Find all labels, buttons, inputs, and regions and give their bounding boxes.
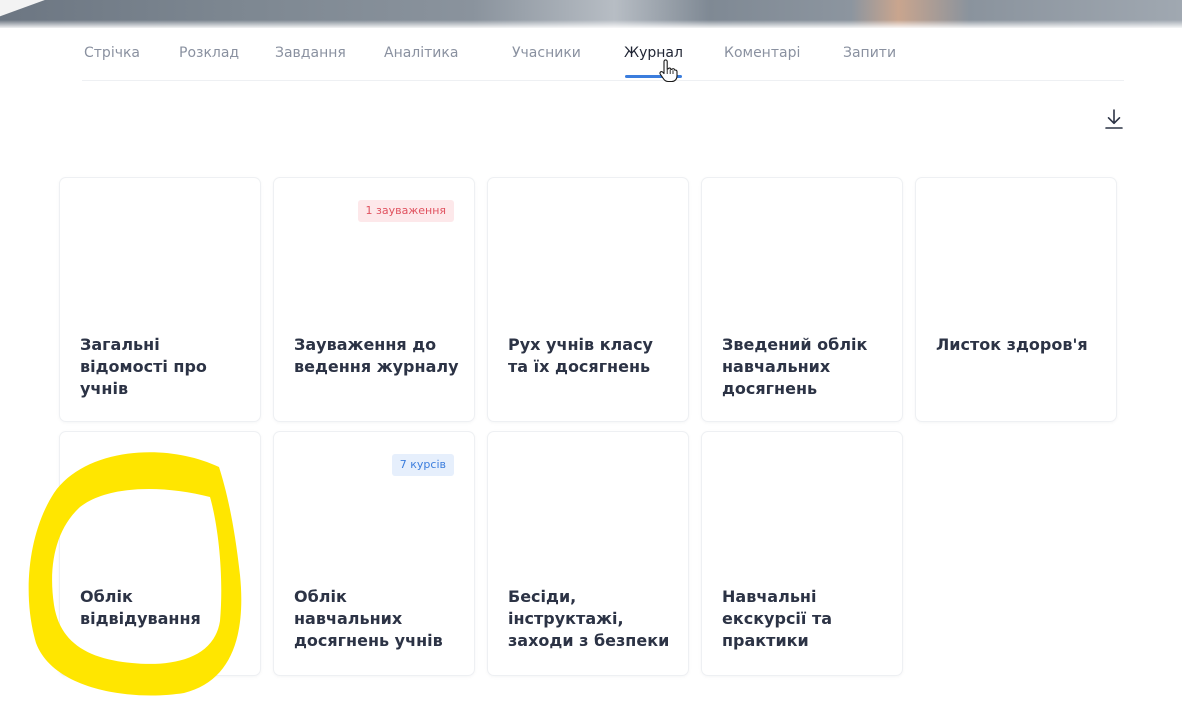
card-excursions[interactable]: Навчальні екскурсії та практики (702, 432, 902, 675)
card-health-sheet[interactable]: Листок здоров'я (916, 178, 1116, 421)
card-title: Навчальні екскурсії та практики (722, 587, 833, 650)
card-title: Бесіди, інструктажі, заходи з безпеки (508, 587, 670, 650)
header-banner (0, 0, 1182, 28)
card-title: Зведений облік навчальних досягнень (722, 335, 868, 398)
card-safety-briefings[interactable]: Бесіди, інструктажі, заходи з безпеки (488, 432, 688, 675)
card-title: Рух учнів класу та їх досягнень (508, 335, 653, 376)
download-icon[interactable] (1103, 107, 1125, 131)
remarks-badge: 1 зауваження (357, 200, 454, 222)
card-attendance[interactable]: Облік відвідування (60, 432, 260, 675)
tab-requests[interactable]: Запити (843, 45, 896, 61)
card-title: Загальні відомості про учнів (80, 335, 207, 398)
hand-cursor-icon (659, 59, 678, 83)
banner-shade (0, 20, 1182, 28)
card-summary-achievements[interactable]: Зведений облік навчальних досягнень (702, 178, 902, 421)
card-title: Листок здоров'я (936, 335, 1088, 354)
card-general-info[interactable]: Загальні відомості про учнів (60, 178, 260, 421)
card-title: Облік відвідування (80, 587, 201, 628)
card-journal-remarks[interactable]: 1 зауваження Зауваження до ведення журна… (274, 178, 474, 421)
tab-comments[interactable]: Коментарі (724, 45, 800, 61)
tab-feed[interactable]: Стрічка (84, 45, 140, 61)
card-student-movement[interactable]: Рух учнів класу та їх досягнень (488, 178, 688, 421)
tab-assignments[interactable]: Завдання (275, 45, 346, 61)
tab-schedule[interactable]: Розклад (179, 45, 239, 61)
tab-bar: Стрічка Розклад Завдання Аналітика Учасн… (82, 28, 1124, 81)
tab-participants[interactable]: Учасники (512, 45, 581, 61)
card-title: Зауваження до ведення журналу (294, 335, 459, 376)
tab-analytics[interactable]: Аналітика (384, 45, 458, 61)
card-title: Облік навчальних досягнень учнів (294, 587, 443, 650)
card-student-achievements[interactable]: 7 курсів Облік навчальних досягнень учні… (274, 432, 474, 675)
courses-badge: 7 курсів (391, 454, 454, 476)
